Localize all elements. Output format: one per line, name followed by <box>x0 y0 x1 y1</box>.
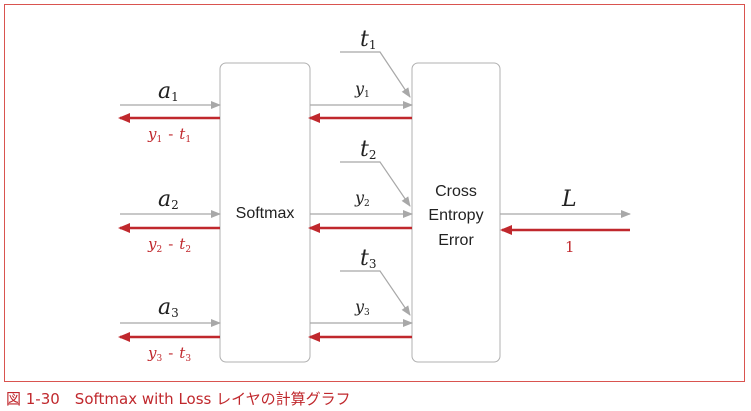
loss-grad-label: 1 <box>565 238 575 256</box>
a2-label: a2 <box>158 187 179 212</box>
y1-label: y1 <box>354 79 370 100</box>
softmax-label: Softmax <box>236 205 295 222</box>
grad3-label: y3- t3 <box>147 344 191 364</box>
cross-entropy-label-line2: Entropy <box>428 207 483 224</box>
grad1-label: y1- t1 <box>147 125 191 145</box>
figure-caption: 図 1-30 Softmax with Loss レイヤの計算グラフ <box>6 390 351 408</box>
y3-label: y3 <box>354 297 370 318</box>
t1-arrow <box>340 51 411 98</box>
loss-label: L <box>561 187 577 212</box>
a3-label: a3 <box>158 295 179 320</box>
cross-entropy-label-line3: Error <box>438 232 474 249</box>
t1-label: t1 <box>360 27 376 52</box>
t2-arrow <box>340 161 411 207</box>
y2-label: y2 <box>354 188 370 209</box>
grad2-label: y2- t2 <box>147 235 191 255</box>
a1-label: a1 <box>158 79 179 104</box>
cross-entropy-label-line1: Cross <box>435 183 477 200</box>
t2-label: t2 <box>360 137 376 162</box>
t3-label: t3 <box>360 246 376 271</box>
computational-graph: Softmax Cross Entropy Error a1 y1- t1 y1 … <box>118 27 631 364</box>
t3-arrow <box>340 270 411 316</box>
